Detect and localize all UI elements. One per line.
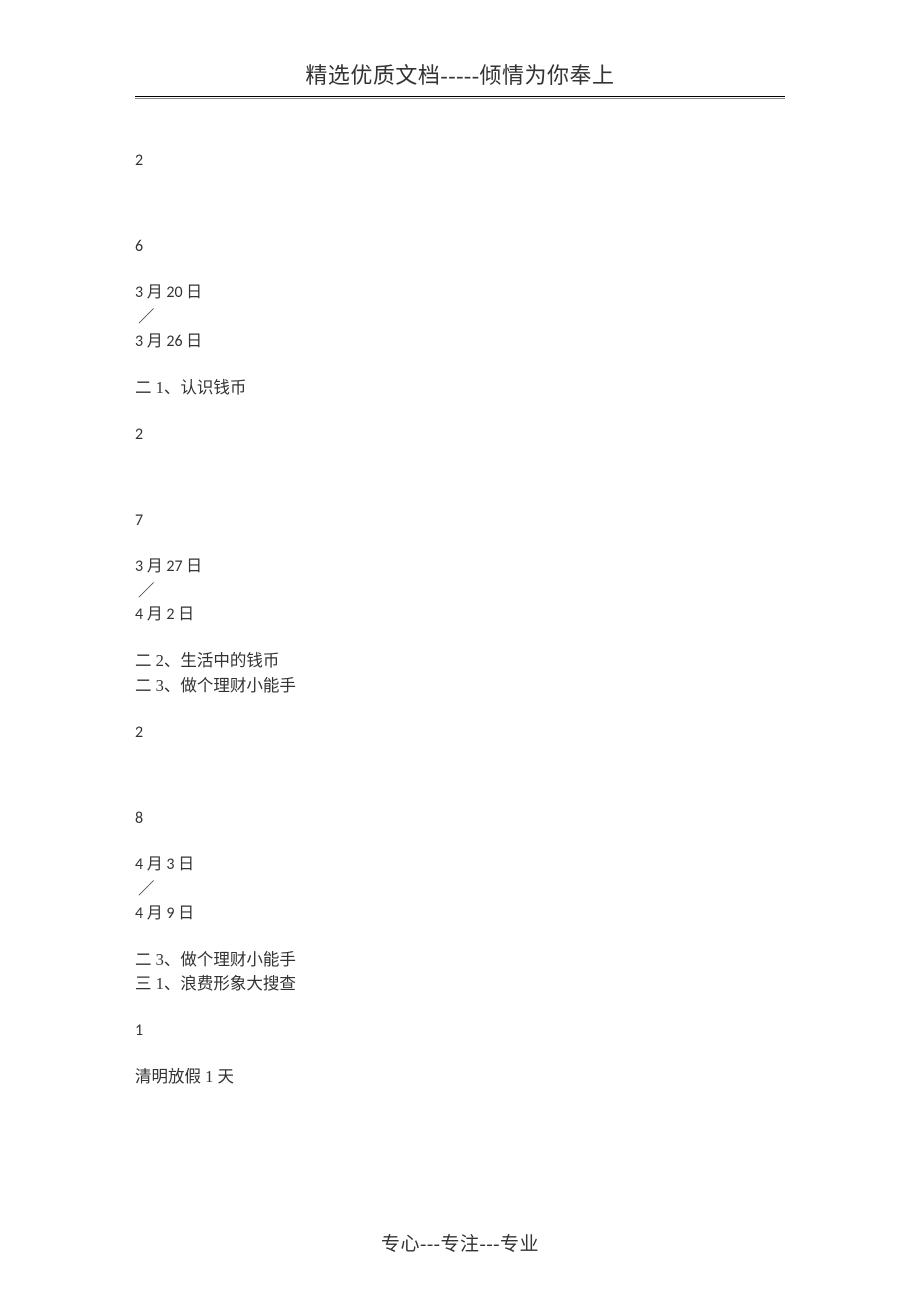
header-rule-thick <box>135 96 785 97</box>
text-block: 二 2、生活中的钱币 二 3、做个理财小能手 <box>135 649 785 699</box>
text-line: 二 3、做个理财小能手 <box>135 674 785 699</box>
text-block: 清明放假 1 天 <box>135 1065 785 1090</box>
text-line: 二 2、生活中的钱币 <box>135 649 785 674</box>
text-line: 三 1、浪费形象大搜查 <box>135 972 785 997</box>
spacer <box>135 195 785 235</box>
footer-text: 专心---专注---专业 <box>381 1234 539 1255</box>
spacer <box>135 469 785 509</box>
text-line: 2 <box>135 423 785 447</box>
text-block: 6 <box>135 235 785 259</box>
page-container: 精选优质文档-----倾情为你奉上 2 6 3 月 20 日 ／ 3 月 26 … <box>0 0 920 1090</box>
text-line: 6 <box>135 235 785 259</box>
text-block: 2 <box>135 149 785 173</box>
text-line: 3 月 27 日 <box>135 555 785 579</box>
text-block: 2 <box>135 721 785 745</box>
text-line: 二 3、做个理财小能手 <box>135 948 785 973</box>
text-block: 二 1、认识钱币 <box>135 376 785 401</box>
text-line: ／ <box>135 305 785 330</box>
text-line: 1 <box>135 1019 785 1043</box>
header-title: 精选优质文档-----倾情为你奉上 <box>305 63 614 88</box>
page-header: 精选优质文档-----倾情为你奉上 <box>135 58 785 99</box>
text-line: 7 <box>135 509 785 533</box>
text-block: 3 月 20 日 ／ 3 月 26 日 <box>135 281 785 354</box>
text-line: 4 月 9 日 <box>135 902 785 926</box>
document-body: 2 6 3 月 20 日 ／ 3 月 26 日 二 1、认识钱币 2 7 3 月… <box>135 101 785 1090</box>
text-line: 4 月 3 日 <box>135 853 785 877</box>
header-rule-thin <box>135 98 785 99</box>
text-line: 3 月 26 日 <box>135 330 785 354</box>
text-block: 二 3、做个理财小能手 三 1、浪费形象大搜查 <box>135 948 785 998</box>
text-block: 4 月 3 日 ／ 4 月 9 日 <box>135 853 785 926</box>
text-block: 3 月 27 日 ／ 4 月 2 日 <box>135 555 785 628</box>
text-block: 1 <box>135 1019 785 1043</box>
text-line: 清明放假 1 天 <box>135 1065 785 1090</box>
text-line: 3 月 20 日 <box>135 281 785 305</box>
text-line: 8 <box>135 807 785 831</box>
text-line: ／ <box>135 579 785 604</box>
page-footer: 专心---专注---专业 <box>0 1229 920 1256</box>
text-line: 4 月 2 日 <box>135 603 785 627</box>
text-line: 2 <box>135 149 785 173</box>
spacer <box>135 767 785 807</box>
text-block: 8 <box>135 807 785 831</box>
text-block: 2 <box>135 423 785 447</box>
text-block: 7 <box>135 509 785 533</box>
text-line: 2 <box>135 721 785 745</box>
text-line: 二 1、认识钱币 <box>135 376 785 401</box>
text-line: ／ <box>135 877 785 902</box>
